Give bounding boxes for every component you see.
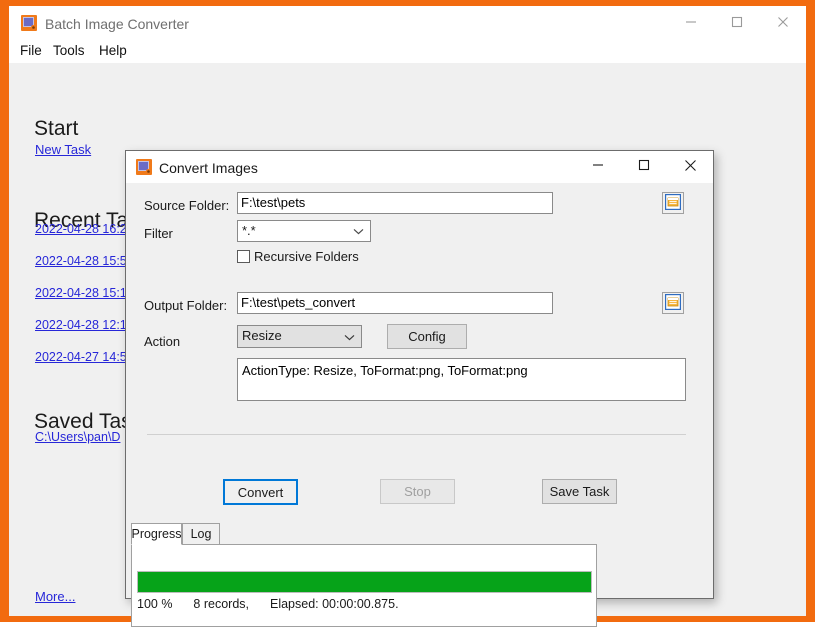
progress-bar-fill <box>138 572 591 592</box>
convert-button[interactable]: Convert <box>223 479 298 505</box>
filter-combobox[interactable]: *.* <box>237 220 371 242</box>
dialog-title-bar[interactable]: Convert Images <box>126 151 713 183</box>
minimize-icon <box>592 159 604 174</box>
progress-elapsed: Elapsed: 00:00:00.875. <box>270 597 399 611</box>
dialog-minimize-button[interactable] <box>575 151 621 182</box>
tab-strip: Progress Log <box>131 523 598 544</box>
recent-task-link[interactable]: 2022-04-28 15:1 <box>35 286 127 300</box>
minimize-icon <box>685 16 697 28</box>
app-window: Batch Image Converter <box>0 0 815 622</box>
recursive-folders-label: Recursive Folders <box>254 249 359 264</box>
recent-task-link[interactable]: 2022-04-28 16:2 <box>35 222 127 236</box>
recursive-folders-checkbox[interactable]: Recursive Folders <box>237 249 359 264</box>
folder-icon <box>665 194 681 213</box>
dialog-title: Convert Images <box>159 160 258 176</box>
dialog-body: Source Folder: F:\test\pets <box>126 183 713 598</box>
progress-status-text: 100 % 8 records, Elapsed: 00:00:00.875. <box>137 597 399 611</box>
action-description-box[interactable]: ActionType: Resize, ToFormat:png, ToForm… <box>237 358 686 401</box>
link-more[interactable]: More... <box>35 589 75 604</box>
folder-icon <box>665 294 681 313</box>
progress-percent: 100 % <box>137 597 172 611</box>
menu-item-file[interactable]: File <box>14 41 48 65</box>
output-folder-browse-button[interactable] <box>662 292 684 314</box>
recent-task-link[interactable]: 2022-04-28 12:1 <box>35 318 127 332</box>
dialog-maximize-button[interactable] <box>621 151 667 182</box>
recent-task-link[interactable]: 2022-04-27 14:5 <box>35 350 127 364</box>
main-window-title: Batch Image Converter <box>45 16 189 32</box>
checkbox-box <box>237 250 250 263</box>
app-window-inner: Batch Image Converter <box>9 6 806 616</box>
app-icon <box>21 15 37 31</box>
progress-tab-panel: 100 % 8 records, Elapsed: 00:00:00.875. <box>131 544 597 627</box>
filter-label: Filter <box>144 226 173 241</box>
main-client-area: Start New Task Recent Tas 2022-04-28 16:… <box>9 63 806 616</box>
link-new-task[interactable]: New Task <box>35 142 91 157</box>
divider <box>147 434 686 435</box>
close-icon <box>777 16 789 28</box>
main-maximize-button[interactable] <box>714 6 760 38</box>
main-menu-bar: File Tools Help <box>9 38 806 63</box>
menu-item-help[interactable]: Help <box>93 41 133 65</box>
save-task-button[interactable]: Save Task <box>542 479 617 504</box>
tab-log[interactable]: Log <box>182 523 220 544</box>
stop-button[interactable]: Stop <box>380 479 455 504</box>
output-folder-input[interactable]: F:\test\pets_convert <box>237 292 553 314</box>
progress-records: 8 records, <box>193 597 249 611</box>
action-value: Resize <box>242 328 282 343</box>
config-button[interactable]: Config <box>387 324 467 349</box>
maximize-icon <box>731 16 743 28</box>
close-icon <box>684 159 697 175</box>
source-folder-label: Source Folder: <box>144 198 229 213</box>
action-label: Action <box>144 334 180 349</box>
source-folder-browse-button[interactable] <box>662 192 684 214</box>
saved-task-link[interactable]: C:\Users\pan\D <box>35 430 120 444</box>
main-close-button[interactable] <box>760 6 806 38</box>
chevron-down-icon <box>344 327 355 347</box>
output-folder-label: Output Folder: <box>144 298 227 313</box>
tab-progress[interactable]: Progress <box>131 523 182 545</box>
convert-images-dialog: Convert Images <box>125 150 714 599</box>
source-folder-input[interactable]: F:\test\pets <box>237 192 553 214</box>
app-icon <box>136 159 152 175</box>
start-heading: Start <box>34 117 78 141</box>
main-title-bar[interactable]: Batch Image Converter <box>9 6 806 38</box>
progress-bar <box>137 571 592 593</box>
maximize-icon <box>638 159 650 174</box>
filter-value: *.* <box>242 223 256 238</box>
main-minimize-button[interactable] <box>668 6 714 38</box>
menu-item-tools[interactable]: Tools <box>47 41 91 65</box>
recent-task-link[interactable]: 2022-04-28 15:5 <box>35 254 127 268</box>
action-combobox[interactable]: Resize <box>237 325 362 348</box>
dialog-close-button[interactable] <box>667 151 713 182</box>
chevron-down-icon <box>353 221 364 241</box>
